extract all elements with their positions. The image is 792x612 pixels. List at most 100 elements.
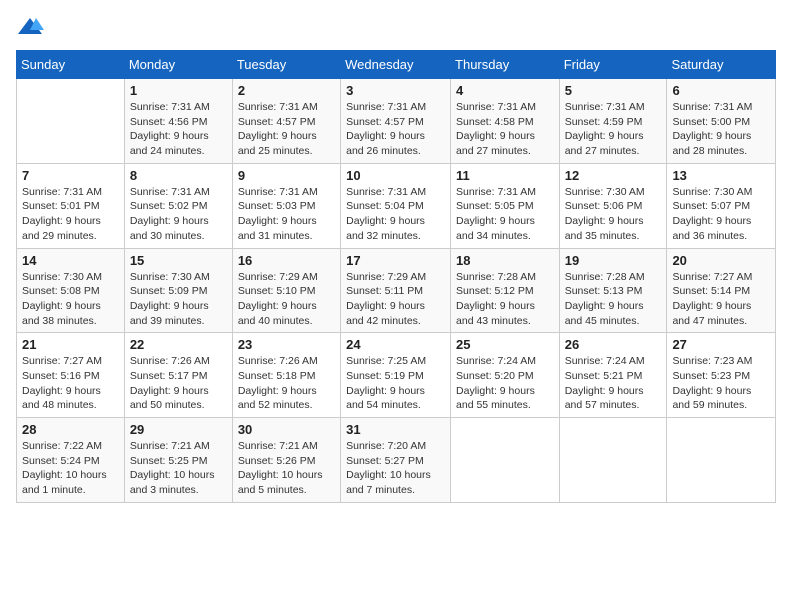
col-header-thursday: Thursday: [451, 51, 560, 79]
logo-icon: [16, 16, 44, 38]
calendar-cell: 23 Sunrise: 7:26 AMSunset: 5:18 PMDayligh…: [232, 333, 340, 418]
calendar-cell: 1 Sunrise: 7:31 AMSunset: 4:56 PMDaylight…: [124, 79, 232, 164]
day-detail: Sunrise: 7:25 AMSunset: 5:19 PMDaylight:…: [346, 354, 445, 413]
day-detail: Sunrise: 7:27 AMSunset: 5:14 PMDaylight:…: [672, 270, 770, 329]
day-number: 11: [456, 168, 554, 183]
day-detail: Sunrise: 7:28 AMSunset: 5:13 PMDaylight:…: [565, 270, 662, 329]
day-number: 22: [130, 337, 227, 352]
day-detail: Sunrise: 7:31 AMSunset: 4:57 PMDaylight:…: [238, 100, 335, 159]
calendar-header: SundayMondayTuesdayWednesdayThursdayFrid…: [17, 51, 776, 79]
calendar-cell: 14 Sunrise: 7:30 AMSunset: 5:08 PMDayligh…: [17, 248, 125, 333]
day-number: 4: [456, 83, 554, 98]
day-number: 16: [238, 253, 335, 268]
day-detail: Sunrise: 7:31 AMSunset: 5:00 PMDaylight:…: [672, 100, 770, 159]
calendar-cell: 25 Sunrise: 7:24 AMSunset: 5:20 PMDayligh…: [451, 333, 560, 418]
day-number: 30: [238, 422, 335, 437]
day-detail: Sunrise: 7:30 AMSunset: 5:08 PMDaylight:…: [22, 270, 119, 329]
calendar-cell: 8 Sunrise: 7:31 AMSunset: 5:02 PMDaylight…: [124, 163, 232, 248]
calendar-cell: [667, 418, 776, 503]
day-detail: Sunrise: 7:31 AMSunset: 5:01 PMDaylight:…: [22, 185, 119, 244]
day-detail: Sunrise: 7:27 AMSunset: 5:16 PMDaylight:…: [22, 354, 119, 413]
day-number: 26: [565, 337, 662, 352]
day-number: 9: [238, 168, 335, 183]
day-number: 13: [672, 168, 770, 183]
calendar-cell: 24 Sunrise: 7:25 AMSunset: 5:19 PMDayligh…: [341, 333, 451, 418]
calendar-cell: 30Sunrise: 7:21 AMSunset: 5:26 PMDayligh…: [232, 418, 340, 503]
day-detail: Sunrise: 7:28 AMSunset: 5:12 PMDaylight:…: [456, 270, 554, 329]
day-number: 24: [346, 337, 445, 352]
calendar-cell: 15 Sunrise: 7:30 AMSunset: 5:09 PMDayligh…: [124, 248, 232, 333]
day-number: 6: [672, 83, 770, 98]
day-detail: Sunrise: 7:31 AMSunset: 4:56 PMDaylight:…: [130, 100, 227, 159]
calendar-cell: 11 Sunrise: 7:31 AMSunset: 5:05 PMDayligh…: [451, 163, 560, 248]
calendar-cell: 7 Sunrise: 7:31 AMSunset: 5:01 PMDaylight…: [17, 163, 125, 248]
day-number: 28: [22, 422, 119, 437]
col-header-tuesday: Tuesday: [232, 51, 340, 79]
day-detail: Sunrise: 7:20 AMSunset: 5:27 PMDaylight:…: [346, 439, 445, 498]
day-detail: Sunrise: 7:31 AMSunset: 4:57 PMDaylight:…: [346, 100, 445, 159]
day-detail: Sunrise: 7:31 AMSunset: 5:03 PMDaylight:…: [238, 185, 335, 244]
calendar-cell: 22 Sunrise: 7:26 AMSunset: 5:17 PMDayligh…: [124, 333, 232, 418]
calendar-cell: 27 Sunrise: 7:23 AMSunset: 5:23 PMDayligh…: [667, 333, 776, 418]
day-number: 5: [565, 83, 662, 98]
calendar-cell: 9 Sunrise: 7:31 AMSunset: 5:03 PMDaylight…: [232, 163, 340, 248]
calendar-body: 1 Sunrise: 7:31 AMSunset: 4:56 PMDaylight…: [17, 79, 776, 503]
day-detail: Sunrise: 7:26 AMSunset: 5:17 PMDaylight:…: [130, 354, 227, 413]
day-number: 2: [238, 83, 335, 98]
day-detail: Sunrise: 7:24 AMSunset: 5:21 PMDaylight:…: [565, 354, 662, 413]
day-detail: Sunrise: 7:30 AMSunset: 5:07 PMDaylight:…: [672, 185, 770, 244]
day-number: 17: [346, 253, 445, 268]
calendar-cell: [559, 418, 667, 503]
calendar-cell: 18Sunrise: 7:28 AMSunset: 5:12 PMDayligh…: [451, 248, 560, 333]
day-number: 19: [565, 253, 662, 268]
day-detail: Sunrise: 7:24 AMSunset: 5:20 PMDaylight:…: [456, 354, 554, 413]
calendar-cell: 10 Sunrise: 7:31 AMSunset: 5:04 PMDayligh…: [341, 163, 451, 248]
day-number: 31: [346, 422, 445, 437]
calendar-cell: 6 Sunrise: 7:31 AMSunset: 5:00 PMDaylight…: [667, 79, 776, 164]
day-number: 10: [346, 168, 445, 183]
day-number: 12: [565, 168, 662, 183]
calendar-cell: 4 Sunrise: 7:31 AMSunset: 4:58 PMDaylight…: [451, 79, 560, 164]
calendar-cell: 29Sunrise: 7:21 AMSunset: 5:25 PMDayligh…: [124, 418, 232, 503]
day-number: 21: [22, 337, 119, 352]
day-detail: Sunrise: 7:29 AMSunset: 5:10 PMDaylight:…: [238, 270, 335, 329]
calendar-cell: 20 Sunrise: 7:27 AMSunset: 5:14 PMDayligh…: [667, 248, 776, 333]
day-detail: Sunrise: 7:23 AMSunset: 5:23 PMDaylight:…: [672, 354, 770, 413]
day-detail: Sunrise: 7:31 AMSunset: 4:58 PMDaylight:…: [456, 100, 554, 159]
day-number: 27: [672, 337, 770, 352]
calendar-cell: 19 Sunrise: 7:28 AMSunset: 5:13 PMDayligh…: [559, 248, 667, 333]
day-detail: Sunrise: 7:31 AMSunset: 5:02 PMDaylight:…: [130, 185, 227, 244]
calendar-cell: [451, 418, 560, 503]
day-number: 7: [22, 168, 119, 183]
col-header-friday: Friday: [559, 51, 667, 79]
day-number: 20: [672, 253, 770, 268]
calendar-cell: 17 Sunrise: 7:29 AMSunset: 5:11 PMDayligh…: [341, 248, 451, 333]
day-number: 1: [130, 83, 227, 98]
day-number: 8: [130, 168, 227, 183]
day-detail: Sunrise: 7:31 AMSunset: 5:05 PMDaylight:…: [456, 185, 554, 244]
day-number: 14: [22, 253, 119, 268]
calendar-cell: 31 Sunrise: 7:20 AMSunset: 5:27 PMDayligh…: [341, 418, 451, 503]
day-detail: Sunrise: 7:30 AMSunset: 5:09 PMDaylight:…: [130, 270, 227, 329]
day-number: 3: [346, 83, 445, 98]
day-number: 23: [238, 337, 335, 352]
page-header: [16, 16, 776, 38]
day-detail: Sunrise: 7:26 AMSunset: 5:18 PMDaylight:…: [238, 354, 335, 413]
day-detail: Sunrise: 7:29 AMSunset: 5:11 PMDaylight:…: [346, 270, 445, 329]
col-header-saturday: Saturday: [667, 51, 776, 79]
calendar-cell: 5 Sunrise: 7:31 AMSunset: 4:59 PMDaylight…: [559, 79, 667, 164]
day-number: 29: [130, 422, 227, 437]
day-detail: Sunrise: 7:30 AMSunset: 5:06 PMDaylight:…: [565, 185, 662, 244]
day-number: 25: [456, 337, 554, 352]
calendar-cell: 12 Sunrise: 7:30 AMSunset: 5:06 PMDayligh…: [559, 163, 667, 248]
day-detail: Sunrise: 7:31 AMSunset: 5:04 PMDaylight:…: [346, 185, 445, 244]
calendar-table: SundayMondayTuesdayWednesdayThursdayFrid…: [16, 50, 776, 503]
calendar-cell: 2 Sunrise: 7:31 AMSunset: 4:57 PMDaylight…: [232, 79, 340, 164]
col-header-wednesday: Wednesday: [341, 51, 451, 79]
day-number: 15: [130, 253, 227, 268]
col-header-sunday: Sunday: [17, 51, 125, 79]
day-detail: Sunrise: 7:31 AMSunset: 4:59 PMDaylight:…: [565, 100, 662, 159]
calendar-cell: 3 Sunrise: 7:31 AMSunset: 4:57 PMDaylight…: [341, 79, 451, 164]
calendar-cell: [17, 79, 125, 164]
logo: [16, 16, 48, 38]
